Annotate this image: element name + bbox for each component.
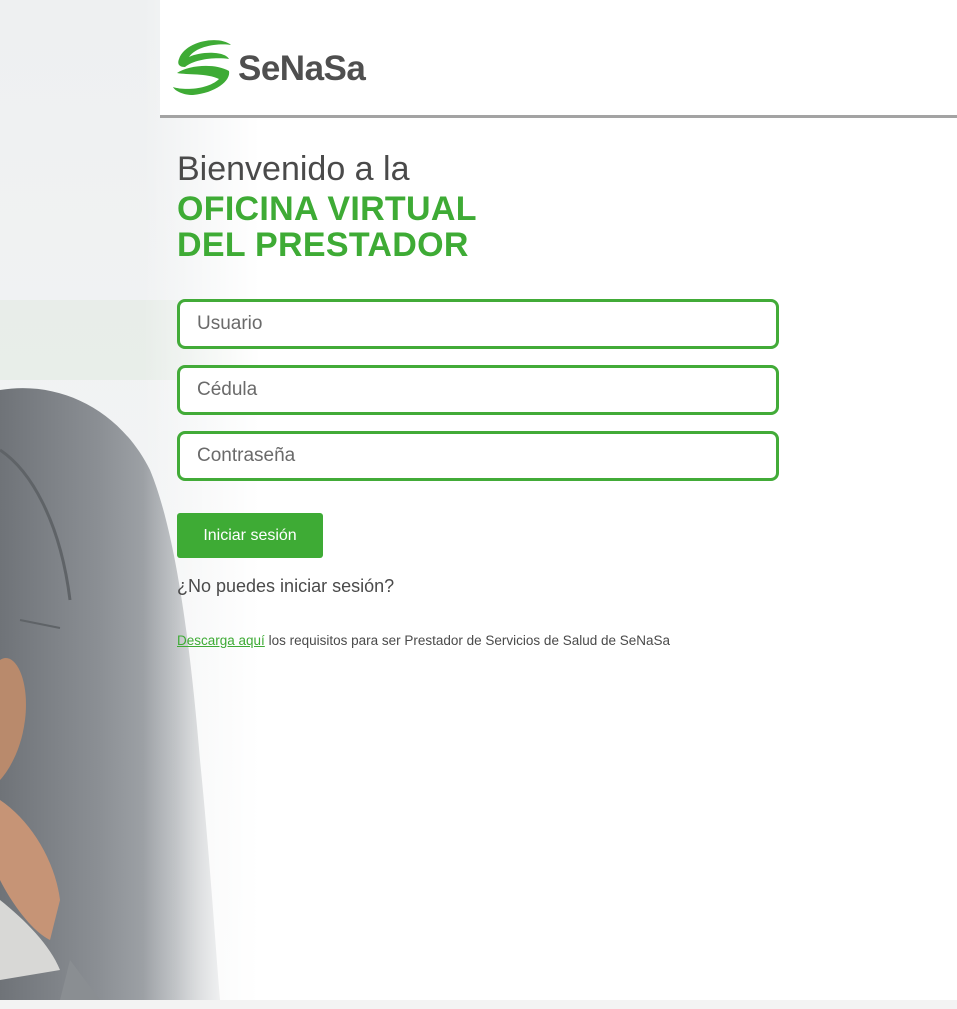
download-requirements-text: Descarga aquí los requisitos para ser Pr… xyxy=(177,633,670,648)
header-divider xyxy=(160,115,957,118)
cedula-input[interactable] xyxy=(180,368,776,412)
welcome-line3: DEL PRESTADOR xyxy=(177,226,469,264)
brand-name: SeNaSa xyxy=(238,49,366,88)
usuario-field xyxy=(177,299,779,349)
usuario-input[interactable] xyxy=(180,302,776,346)
welcome-heading: Bienvenido a la OFICINA VIRTUAL DEL PRES… xyxy=(177,152,477,264)
login-page: SeNaSa Bienvenido a la OFICINA VIRTUAL D… xyxy=(0,0,957,1009)
download-link[interactable]: Descarga aquí xyxy=(177,633,265,648)
login-button[interactable]: Iniciar sesión xyxy=(177,513,323,558)
welcome-line1: Bienvenido a la xyxy=(177,150,410,188)
senasa-swoosh-icon xyxy=(173,40,231,95)
password-input[interactable] xyxy=(180,434,776,478)
welcome-line2: OFICINA VIRTUAL xyxy=(177,190,477,228)
forgot-login-link[interactable]: ¿No puedes iniciar sesión? xyxy=(177,576,394,597)
password-field xyxy=(177,431,779,481)
footer-strip xyxy=(0,1000,957,1009)
cedula-field xyxy=(177,365,779,415)
download-rest-text: los requisitos para ser Prestador de Ser… xyxy=(264,633,671,648)
login-form xyxy=(177,299,779,497)
senasa-logo[interactable]: SeNaSa xyxy=(171,36,366,100)
